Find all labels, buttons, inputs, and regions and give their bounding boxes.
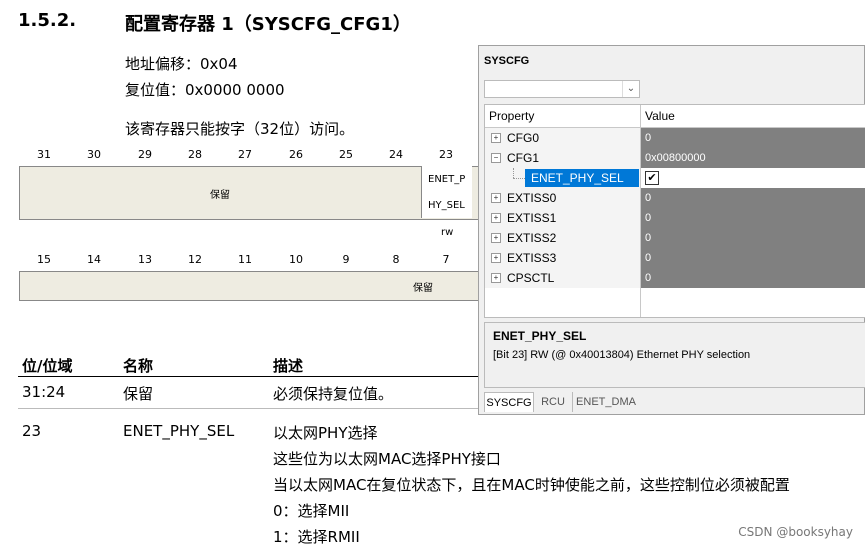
register-name: CFG0 [507,131,540,145]
bit-number: 31 [37,148,51,161]
table-header-divider [18,376,478,377]
grid-header: Property Value [485,105,865,128]
row-desc: 1：选择RMII [273,528,360,546]
column-property: Property [489,109,535,123]
register-row-cfg0[interactable]: + CFG0 0 [485,128,865,148]
expand-icon[interactable]: + [491,213,501,223]
property-grid: Property Value + CFG0 0 − CFG1 0x0080000… [484,104,865,318]
row-desc: 以太网PHY选择 [273,424,378,442]
expand-icon[interactable]: + [491,253,501,263]
bit-number: 12 [188,253,202,266]
expand-icon[interactable]: + [491,233,501,243]
description-pane: ENET_PHY_SEL [Bit 23] RW (@ 0x40013804) … [484,322,865,388]
register-name: CFG1 [507,151,540,165]
enet-access-type: rw [441,227,454,238]
row-name: 保留 [123,385,154,403]
column-value: Value [645,109,675,123]
section-number: 1.5.2. [18,10,77,31]
register-row-cfg1[interactable]: − CFG1 0x00800000 [485,148,865,168]
tree-line [513,178,525,180]
reserved-label: 保留 [413,283,433,294]
field-row-enet-phy-sel[interactable]: ENET_PHY_SEL ✔ [485,168,865,188]
register-name: EXTISS0 [507,191,557,205]
row-bits: 23 [22,422,42,440]
bit-number: 24 [389,148,403,161]
row-desc: 必须保持复位值。 [273,385,394,403]
bit-number: 14 [87,253,101,266]
register-value[interactable]: 0 [640,248,865,268]
bit-number: 15 [37,253,51,266]
bit-number: 30 [87,148,101,161]
row-name: ENET_PHY_SEL [123,422,235,440]
register-value[interactable]: 0 [640,128,865,148]
watermark: CSDN @booksyhay [738,525,853,539]
bit-number: 29 [138,148,152,161]
bit-number: 23 [439,148,453,161]
description-text: [Bit 23] RW (@ 0x40013804) Ethernet PHY … [493,349,751,361]
enet-phy-sel-cell: ENET_P HY_SEL [421,166,472,218]
register-name: EXTISS2 [507,231,557,245]
register-row-extiss0[interactable]: + EXTISS0 0 [485,188,865,208]
description-title: ENET_PHY_SEL [493,329,587,343]
bit-number: 28 [188,148,202,161]
register-row-extiss2[interactable]: + EXTISS2 0 [485,228,865,248]
row-bits: 31:24 [22,383,66,401]
table-header-bits: 位/位域 [22,357,73,375]
row-desc: 这些位为以太网MAC选择PHY接口 [273,450,501,468]
register-name: EXTISS1 [507,211,557,225]
enet-field-line2: HY_SEL [428,200,465,211]
enet-field-line1: ENET_P [428,174,466,185]
panel-title: SYSCFG [479,46,864,74]
register-name: EXTISS3 [507,251,557,265]
table-row-divider [18,408,478,409]
row-desc: 当以太网MAC在复位状态下，且在MAC时钟使能之前，这些控制位必须被配置 [273,476,790,494]
register-row-cpsctl[interactable]: + CPSCTL 0 [485,268,865,288]
expand-icon[interactable]: + [491,133,501,143]
register-value[interactable]: 0 [640,208,865,228]
column-divider[interactable] [640,105,641,127]
register-value[interactable]: 0x00800000 [640,148,865,168]
tab-enet-dma[interactable]: ENET_DMA [572,392,639,412]
access-note: 该寄存器只能按字（32位）访问。 [125,120,355,138]
syscfg-panel: SYSCFG ⌄ Property Value + CFG0 0 − CFG1 … [478,45,865,415]
address-offset: 地址偏移：0x04 [125,55,238,73]
register-value[interactable]: 0 [640,228,865,248]
field-value[interactable]: ✔ [640,168,865,188]
register-row-extiss1[interactable]: + EXTISS1 0 [485,208,865,228]
register-value[interactable]: 0 [640,268,865,288]
register-name: CPSCTL [507,271,555,285]
register-value[interactable]: 0 [640,188,865,208]
bit-number: 25 [339,148,353,161]
chevron-down-icon[interactable]: ⌄ [622,81,639,97]
bit-number: 10 [289,253,303,266]
row-desc: 0：选择MII [273,502,350,520]
tree-line [513,168,515,178]
collapse-icon[interactable]: − [491,153,501,163]
register-lower-row: 保留 [19,271,491,301]
tab-rcu[interactable]: RCU [536,392,570,412]
bit-number: 9 [342,253,350,266]
expand-icon[interactable]: + [491,273,501,283]
register-row-extiss3[interactable]: + EXTISS3 0 [485,248,865,268]
table-header-desc: 描述 [273,357,304,375]
enet-phy-sel-checkbox[interactable]: ✔ [645,171,659,185]
bit-number: 27 [238,148,252,161]
column-divider-lower [640,288,641,317]
register-combo[interactable]: ⌄ [484,80,640,98]
field-name-selected: ENET_PHY_SEL [525,169,639,187]
bit-number: 7 [442,253,450,266]
section-title: 配置寄存器 1（SYSCFG_CFG1） [125,14,411,35]
reset-value: 复位值：0x0000 0000 [125,81,285,99]
reserved-label: 保留 [210,190,230,201]
bit-number: 26 [289,148,303,161]
table-header-name: 名称 [123,357,154,375]
tab-syscfg[interactable]: SYSCFG [484,392,534,412]
bit-number: 8 [392,253,400,266]
bit-number: 11 [238,253,252,266]
expand-icon[interactable]: + [491,193,501,203]
bit-number: 13 [138,253,152,266]
